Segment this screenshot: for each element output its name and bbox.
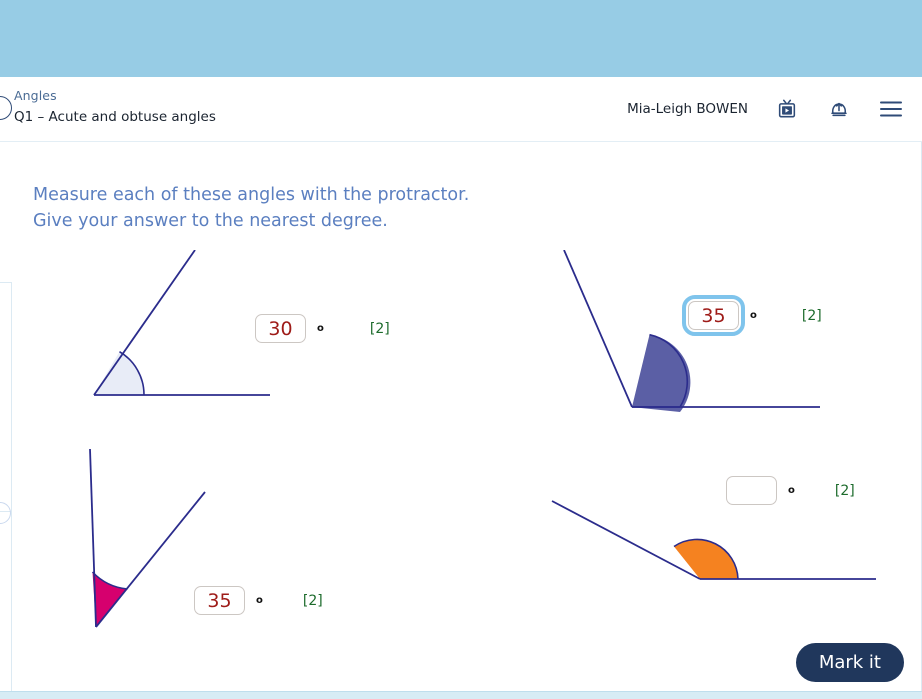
angle-a-ray-slanted (93, 250, 196, 396)
angle-figure-b (563, 250, 820, 412)
app-top-band (0, 0, 922, 77)
header-actions: Mia-Leigh BOWEN (627, 77, 904, 141)
question-title: Q1 – Acute and obtuse angles (14, 109, 216, 125)
instruction-line-1: Measure each of these angles with the pr… (33, 185, 470, 205)
subject-label: Angles (14, 88, 57, 103)
answer-input-a[interactable]: 30 (255, 314, 306, 343)
degree-symbol-b: o (750, 309, 757, 321)
answer-input-c[interactable]: 35 (194, 586, 245, 615)
mark-it-button[interactable]: Mark it (795, 643, 904, 682)
degree-symbol-c: o (256, 594, 263, 606)
instruction-text: Measure each of these angles with the pr… (33, 182, 469, 234)
angle-d-arc-fill (674, 539, 738, 579)
angle-b-ray-slanted (563, 250, 633, 408)
answer-input-b[interactable]: 35 (682, 295, 745, 336)
marks-label-c: [2] (302, 592, 323, 609)
marks-label-a: [2] (369, 320, 390, 337)
degree-symbol-a: o (317, 322, 324, 334)
marks-label-b: [2] (801, 307, 822, 324)
angle-c-ray-slanted (95, 491, 206, 628)
answer-row-c: 35 o [2] (194, 586, 323, 615)
upload-icon[interactable] (826, 96, 852, 122)
angle-c-arc-fill (92, 572, 128, 627)
marks-label-d: [2] (834, 482, 855, 499)
header-titles: Angles Q1 – Acute and obtuse angles (14, 87, 216, 127)
answer-row-d: o [2] (726, 476, 855, 505)
angle-b-arc-fill (632, 334, 691, 412)
angle-figure-d (551, 500, 876, 580)
answer-row-b: 35 o [2] (682, 295, 822, 336)
angle-d-ray-slanted (551, 500, 701, 580)
worksheet-canvas: Measure each of these angles with the pr… (0, 142, 922, 691)
left-rail-segment-top (0, 282, 12, 512)
video-tv-icon[interactable] (774, 96, 800, 122)
user-name-label: Mia-Leigh BOWEN (627, 101, 748, 117)
bottom-strip (0, 691, 922, 699)
answer-row-a: 30 o [2] (255, 314, 390, 343)
hamburger-menu-icon[interactable] (878, 96, 904, 122)
left-rail-segment-bottom (0, 511, 12, 691)
angle-c-ray-vertical (89, 448, 97, 628)
instruction-line-2: Give your answer to the nearest degree. (33, 211, 388, 231)
answer-input-d[interactable] (726, 476, 777, 505)
page-header: Angles Q1 – Acute and obtuse angles Mia-… (0, 77, 922, 142)
degree-symbol-d: o (788, 484, 795, 496)
